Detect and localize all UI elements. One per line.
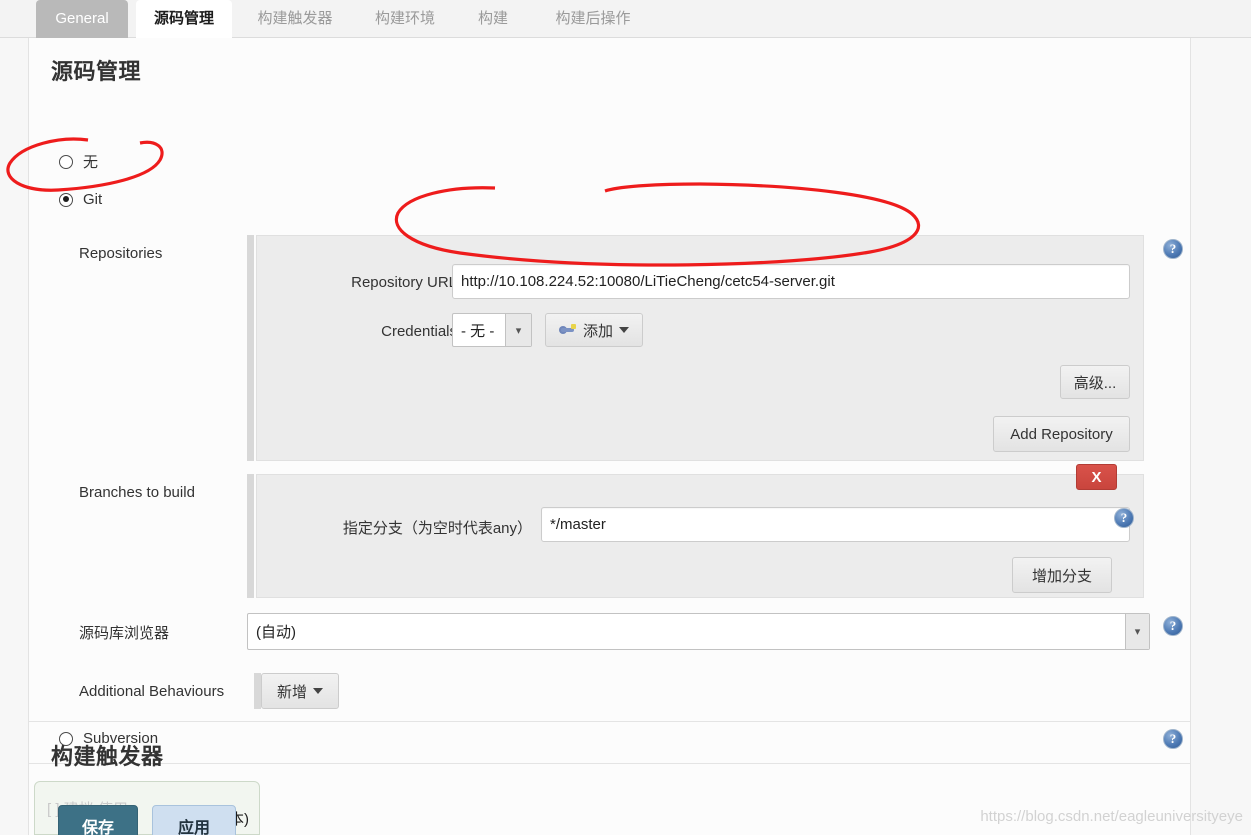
subversion-help-icon[interactable]: ? [1163, 729, 1183, 749]
git-settings-block: Repositories Repository URL http://10.10… [29, 188, 1190, 723]
repositories-help-icon[interactable]: ? [1163, 239, 1183, 259]
tab-build-triggers[interactable]: 构建触发器 [240, 0, 350, 38]
config-tab-bar: General 源码管理 构建触发器 构建环境 构建 构建后操作 [0, 0, 1251, 38]
credentials-select[interactable]: - 无 - ▾ [452, 313, 532, 347]
repository-browser-value: (自动) [256, 624, 296, 641]
credentials-label: Credentials [381, 323, 457, 340]
add-credentials-label: 添加 [582, 322, 613, 340]
scm-section-divider [29, 721, 1190, 722]
branch-specifier-input[interactable]: */master [541, 507, 1130, 542]
repositories-panel: Repository URL http://10.108.224.52:1008… [256, 235, 1144, 461]
branches-to-build-label: Branches to build [79, 484, 195, 501]
chevron-down-icon[interactable]: ▾ [1125, 614, 1149, 649]
repository-url-label: Repository URL [351, 274, 457, 291]
scm-option-none-label: 无 [83, 154, 99, 171]
delete-branch-button[interactable]: X [1076, 464, 1117, 490]
add-repository-button[interactable]: Add Repository [993, 416, 1130, 452]
repository-browser-select[interactable]: (自动) ▾ [247, 613, 1150, 650]
tab-source-code-management[interactable]: 源码管理 [136, 0, 232, 38]
scm-section-title: 源码管理 [51, 59, 142, 84]
repository-url-input[interactable]: http://10.108.224.52:10080/LiTieCheng/ce… [452, 264, 1130, 299]
build-triggers-section-title: 构建触发器 [51, 744, 164, 769]
tab-post-build-actions[interactable]: 构建后操作 [532, 0, 654, 38]
delete-branch-button-label: X [1091, 468, 1102, 486]
jenkins-job-config-page: General 源码管理 构建触发器 构建环境 构建 构建后操作 源码管理 无 … [0, 0, 1251, 835]
advanced-button-label: 高级... [1073, 374, 1117, 392]
branch-specifier-help-icon[interactable]: ? [1114, 508, 1134, 528]
add-behaviour-button[interactable]: 新增 [261, 673, 339, 709]
repository-browser-label: 源码库浏览器 [79, 625, 170, 642]
tab-build[interactable]: 构建 [462, 0, 524, 38]
branches-gutter-bar [247, 474, 254, 598]
add-branch-button[interactable]: 增加分支 [1012, 557, 1112, 593]
add-behaviour-button-label: 新增 [276, 683, 307, 701]
triggers-section-divider [29, 763, 1190, 764]
additional-behaviours-label: Additional Behaviours [79, 683, 225, 700]
tab-build-environment[interactable]: 构建环境 [358, 0, 452, 38]
save-button[interactable]: 保存 [58, 805, 138, 835]
caret-down-icon [619, 327, 629, 333]
advanced-button[interactable]: 高级... [1060, 365, 1130, 399]
add-repository-button-label: Add Repository [1010, 425, 1113, 443]
scm-option-none[interactable]: 无 [59, 151, 98, 172]
config-content-panel: 源码管理 无 Git Repositories Repository URL h… [28, 38, 1191, 835]
csdn-blog-watermark: https://blog.csdn.net/eagleuniversityeye [980, 808, 1243, 825]
tab-general[interactable]: General [36, 0, 128, 38]
radio-none-icon[interactable] [59, 154, 73, 169]
caret-down-icon [313, 688, 323, 694]
repositories-label: Repositories [79, 245, 163, 262]
repositories-gutter-bar [247, 235, 254, 461]
behaviours-gutter-bar [254, 673, 261, 709]
chevron-down-icon[interactable]: ▾ [505, 314, 531, 346]
add-branch-button-label: 增加分支 [1031, 567, 1092, 585]
repository-browser-help-icon[interactable]: ? [1163, 616, 1183, 636]
add-credentials-button[interactable]: 添加 [545, 313, 643, 347]
branch-specifier-label: 指定分支（为空时代表any） [342, 520, 532, 537]
credentials-select-value: - 无 - [461, 322, 495, 340]
key-icon [558, 323, 577, 337]
apply-button[interactable]: 应用 [152, 805, 236, 835]
branches-panel: X 指定分支（为空时代表any） */master 增加分支 [256, 464, 1144, 598]
